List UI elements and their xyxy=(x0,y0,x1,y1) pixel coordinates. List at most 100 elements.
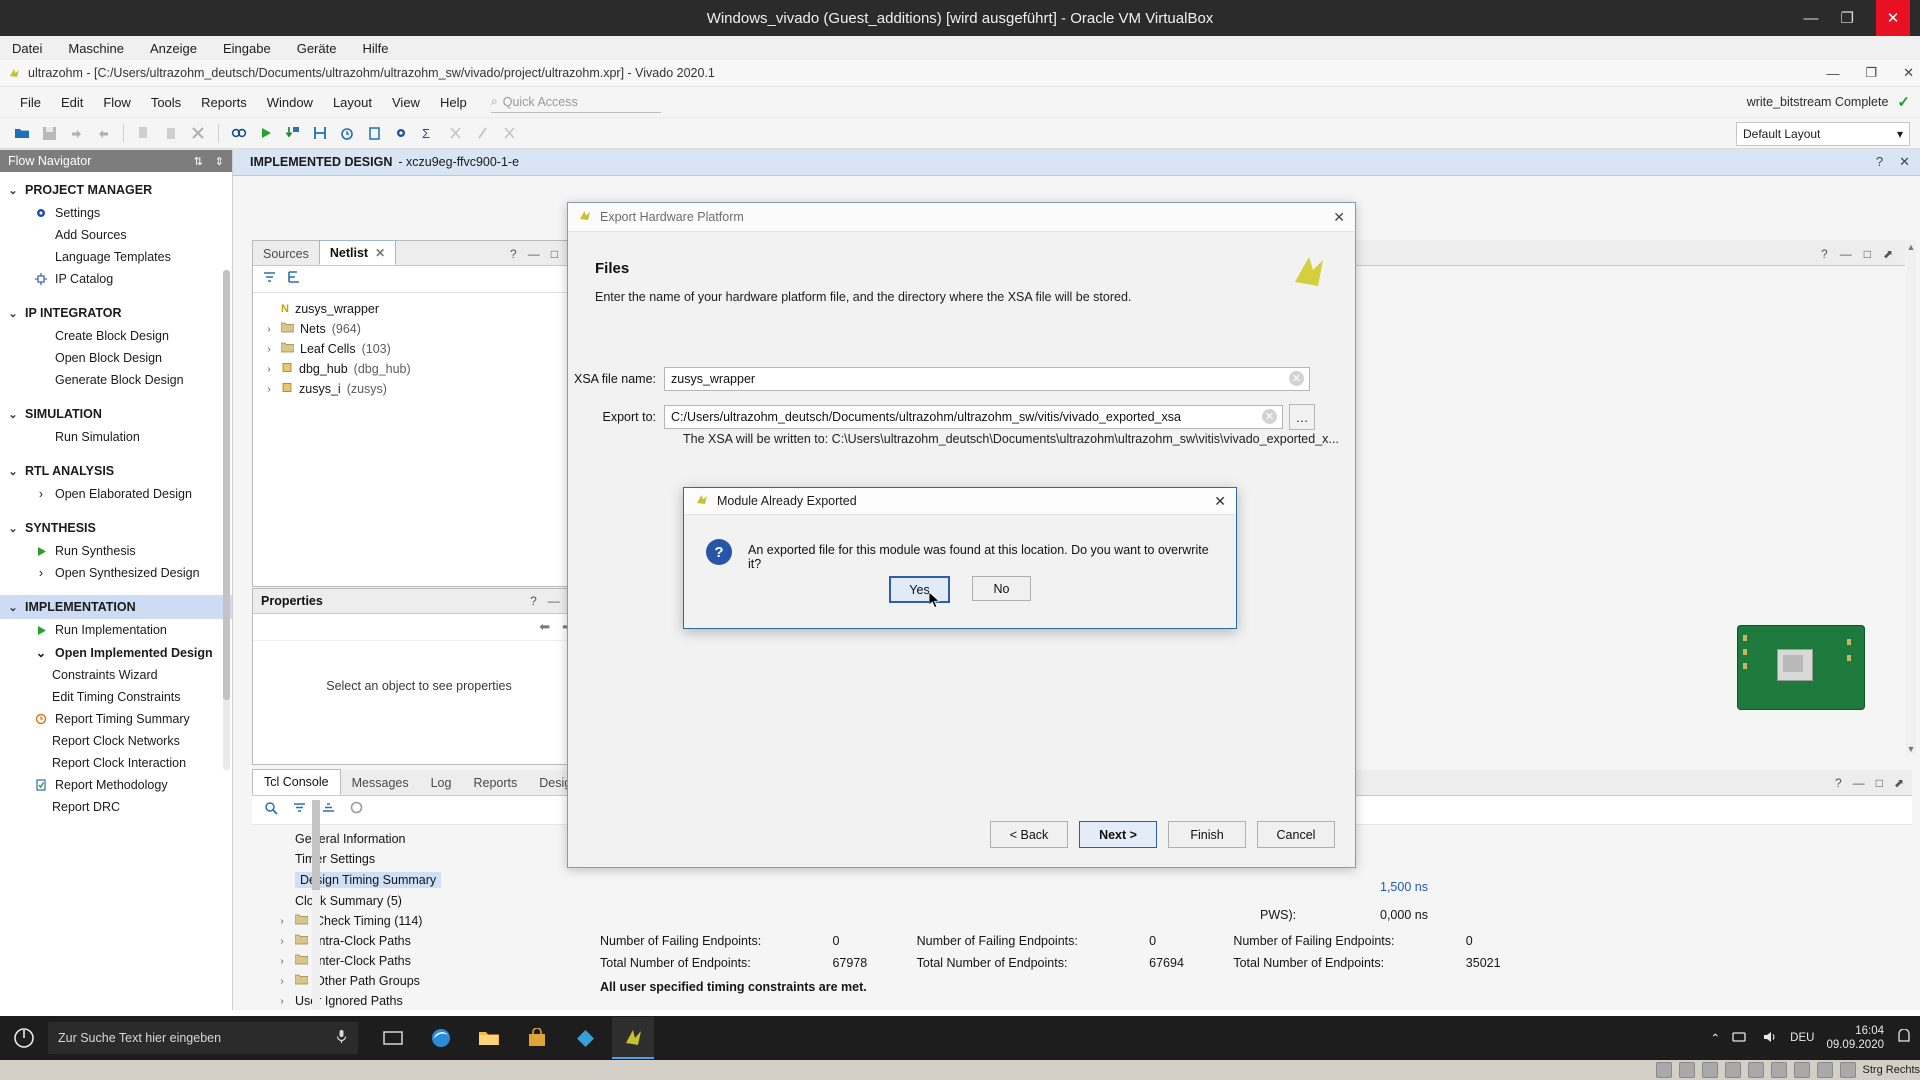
report-row[interactable]: Clock Summary (5) xyxy=(276,891,1912,911)
close-icon[interactable]: ✕ xyxy=(1333,209,1345,226)
tree-expander[interactable]: › xyxy=(263,364,275,375)
analysis-icon[interactable] xyxy=(443,121,467,145)
help-icon[interactable]: ? xyxy=(1821,247,1828,261)
report-row[interactable]: › Other Path Groups xyxy=(276,971,1912,991)
minimize-icon[interactable]: — xyxy=(1804,11,1819,26)
vbox-menu-eingabe[interactable]: Eingabe xyxy=(219,39,275,58)
flow-item-edit-timing-constraints[interactable]: Edit Timing Constraints xyxy=(0,686,232,708)
flow-navigator-scrollbar[interactable] xyxy=(223,270,230,770)
flow-item-report-clock-networks[interactable]: Report Clock Networks xyxy=(0,730,232,752)
collapse-icon[interactable] xyxy=(292,801,307,819)
vbox-menu-geraete[interactable]: Geräte xyxy=(293,39,341,58)
report-row-selected[interactable]: Design Timing Summary xyxy=(276,869,1912,891)
store-icon[interactable] xyxy=(516,1018,558,1058)
flow-item-report-methodology[interactable]: Report Methodology xyxy=(0,774,232,796)
tree-expander[interactable]: › xyxy=(276,916,288,927)
tree-expander[interactable]: › xyxy=(276,936,288,947)
maximize-icon[interactable]: ❐ xyxy=(1841,11,1854,26)
tab-sources[interactable]: Sources xyxy=(253,242,319,265)
menu-reports[interactable]: Reports xyxy=(191,92,257,113)
tree-expander[interactable]: › xyxy=(263,384,275,395)
marker-icon[interactable] xyxy=(470,121,494,145)
start-button[interactable] xyxy=(0,1016,48,1060)
delete-icon[interactable] xyxy=(186,121,210,145)
layout-selector[interactable]: Default Layout ▾ xyxy=(1736,122,1910,146)
flow-item-run-synthesis[interactable]: Run Synthesis xyxy=(0,540,232,562)
task-view-icon[interactable] xyxy=(372,1018,414,1058)
flow-item-open-block-design[interactable]: Open Block Design xyxy=(0,347,232,369)
scroll-up-icon[interactable]: ▲ xyxy=(1906,240,1916,253)
record-icon[interactable] xyxy=(350,801,363,819)
back-button[interactable]: < Back xyxy=(990,821,1068,848)
sum-icon[interactable]: Σ xyxy=(416,121,440,145)
tab-messages[interactable]: Messages xyxy=(341,771,420,795)
vbox-menu-anzeige[interactable]: Anzeige xyxy=(146,39,201,58)
tab-netlist[interactable]: Netlist ✕ xyxy=(319,240,396,265)
flow-section-synthesis[interactable]: ⌄ SYNTHESIS xyxy=(0,516,232,540)
no-button[interactable]: No xyxy=(972,576,1031,601)
vivado-close-icon[interactable]: ✕ xyxy=(1903,65,1914,81)
menu-flow[interactable]: Flow xyxy=(93,92,140,113)
flow-item-run-simulation[interactable]: Run Simulation xyxy=(0,426,232,448)
vbox-menu-hilfe[interactable]: Hilfe xyxy=(358,39,392,58)
flow-item-add-sources[interactable]: Add Sources xyxy=(0,224,232,246)
menu-tools[interactable]: Tools xyxy=(141,92,191,113)
vscode-icon[interactable] xyxy=(564,1018,606,1058)
run-icon[interactable] xyxy=(254,121,278,145)
flow-section-project-manager[interactable]: ⌄ PROJECT MANAGER xyxy=(0,178,232,202)
report-tree-scrollbar[interactable] xyxy=(312,800,320,1010)
file-explorer-icon[interactable] xyxy=(468,1018,510,1058)
main-panel-scrollbar[interactable]: ▲ ▼ xyxy=(1906,240,1916,755)
clock[interactable]: 16:04 09.09.2020 xyxy=(1826,1024,1884,1053)
flow-item-open-elaborated-design[interactable]: › Open Elaborated Design xyxy=(0,483,232,505)
close-icon[interactable]: ✕ xyxy=(375,246,385,260)
browse-button[interactable]: … xyxy=(1289,404,1315,430)
microphone-icon[interactable] xyxy=(335,1029,348,1047)
flow-item-open-synthesized-design[interactable]: › Open Synthesized Design xyxy=(0,562,232,584)
float-icon[interactable]: ⬈ xyxy=(1894,776,1904,790)
search-all-icon[interactable] xyxy=(227,121,251,145)
notifications-icon[interactable] xyxy=(1896,1029,1912,1048)
tree-node[interactable]: › dbg_hub (dbg_hub) xyxy=(261,359,585,379)
expand-icon[interactable] xyxy=(321,801,336,819)
undo-icon[interactable] xyxy=(64,121,88,145)
menu-help[interactable]: Help xyxy=(430,92,477,113)
flow-item-ip-catalog[interactable]: IP Catalog xyxy=(0,268,232,290)
search-icon[interactable] xyxy=(264,801,278,820)
vivado-maximize-icon[interactable]: ❐ xyxy=(1865,65,1877,81)
save-icon[interactable] xyxy=(37,121,61,145)
vbox-menu-datei[interactable]: Datei xyxy=(8,39,46,58)
flow-section-simulation[interactable]: ⌄ SIMULATION xyxy=(0,402,232,426)
close-icon[interactable]: ✕ xyxy=(1214,493,1226,510)
minimize-icon[interactable]: — xyxy=(548,594,560,608)
close-icon[interactable]: ✕ xyxy=(1876,0,1910,36)
vivado-icon[interactable] xyxy=(612,1017,654,1059)
flow-section-ip-integrator[interactable]: ⌄ IP INTEGRATOR xyxy=(0,301,232,325)
clear-icon[interactable]: ✕ xyxy=(1262,409,1277,424)
report-icon[interactable] xyxy=(362,121,386,145)
flow-item-create-block-design[interactable]: Create Block Design xyxy=(0,325,232,347)
help-icon[interactable]: ? xyxy=(510,247,517,261)
scroll-down-icon[interactable]: ▼ xyxy=(1906,742,1916,755)
menu-view[interactable]: View xyxy=(382,92,430,113)
flow-item-report-timing-summary[interactable]: Report Timing Summary xyxy=(0,708,232,730)
menu-file[interactable]: File xyxy=(10,92,51,113)
flow-item-report-clock-interaction[interactable]: Report Clock Interaction xyxy=(0,752,232,774)
report-row[interactable]: › Check Timing (114) xyxy=(276,911,1912,931)
flow-item-report-drc[interactable]: Report DRC xyxy=(0,796,232,818)
tree-expander[interactable]: › xyxy=(263,344,275,355)
settings-gear-icon[interactable] xyxy=(389,121,413,145)
next-button[interactable]: Next > xyxy=(1079,821,1157,848)
maximize-icon[interactable]: □ xyxy=(551,247,558,261)
back-arrow-icon[interactable]: ⬅ xyxy=(539,619,550,635)
tray-expand-icon[interactable]: ⌃ xyxy=(1711,1031,1721,1045)
tree-expander[interactable]: › xyxy=(263,324,275,335)
collapse-all-icon[interactable]: ⇅ xyxy=(194,155,203,168)
minimize-icon[interactable]: — xyxy=(528,247,540,261)
help-icon[interactable]: ? xyxy=(1876,154,1883,170)
flow-section-implementation[interactable]: ⌄ IMPLEMENTATION xyxy=(0,595,232,619)
close-design-icon[interactable] xyxy=(497,121,521,145)
tree-expander[interactable]: › xyxy=(276,976,288,987)
report-row[interactable]: › User Ignored Paths xyxy=(276,991,1912,1011)
close-design-x-icon[interactable]: ✕ xyxy=(1899,154,1910,170)
